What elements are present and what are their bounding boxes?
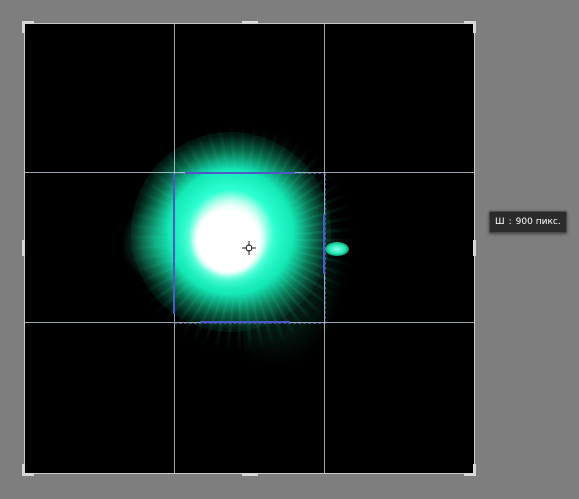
- tooltip-separator: :: [508, 217, 512, 227]
- crop-handle-bottom-left-v[interactable]: [22, 464, 25, 476]
- transform-reference-point-icon[interactable]: [242, 241, 256, 255]
- crop-handle-left[interactable]: [22, 240, 25, 256]
- size-tooltip: Ш:900 пикс.: [489, 211, 567, 233]
- crop-handle-top-right-v[interactable]: [473, 21, 476, 33]
- selection-top-edge[interactable]: [185, 172, 295, 174]
- tooltip-label: Ш: [495, 217, 505, 227]
- glow-small-blob: [325, 242, 349, 256]
- crop-handle-bottom[interactable]: [242, 473, 258, 476]
- crop-bounding-box[interactable]: [24, 23, 475, 474]
- crop-handle-right[interactable]: [473, 240, 476, 256]
- selection-right-edge[interactable]: [323, 214, 325, 274]
- crop-handle-top-left-v[interactable]: [22, 21, 25, 33]
- crop-handle-top[interactable]: [242, 21, 258, 24]
- crop-handle-bottom-right-v[interactable]: [473, 464, 476, 476]
- tooltip-value: 900 пикс.: [515, 217, 561, 227]
- selection-left-edge[interactable]: [173, 174, 175, 314]
- selection-bottom-edge[interactable]: [200, 321, 290, 323]
- canvas-workspace[interactable]: Ш:900 пикс.: [0, 0, 579, 499]
